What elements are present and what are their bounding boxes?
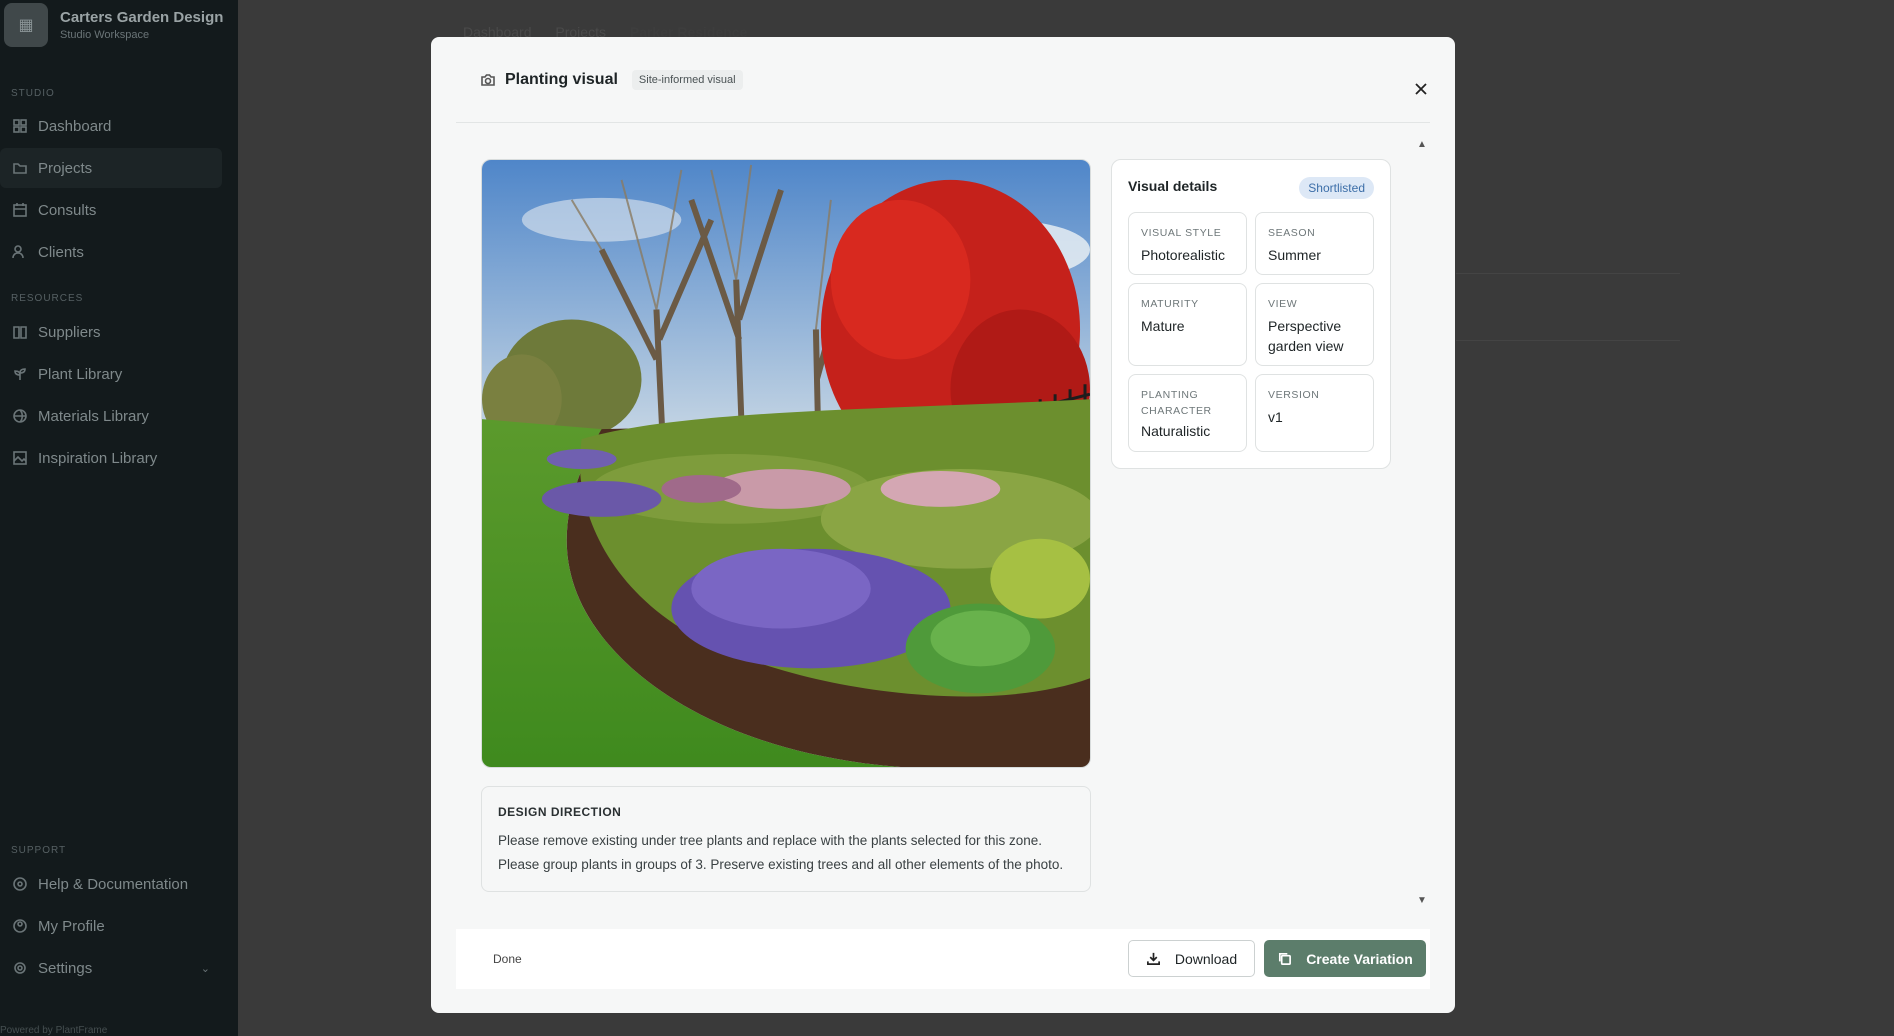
gear-icon [12, 960, 28, 976]
sidebar-item-my-profile[interactable]: My Profile [0, 906, 222, 946]
layers-icon [12, 408, 28, 424]
detail-visual-style: VISUAL STYLE Photorealistic [1128, 212, 1247, 275]
sidebar-item-help[interactable]: Help & Documentation [0, 864, 222, 904]
divider [1456, 273, 1680, 274]
modal-header: Planting visual Site-informed visual [456, 37, 1430, 123]
sidebar-item-label: My Profile [38, 917, 105, 935]
brand-subtitle: Studio Workspace [60, 29, 150, 41]
sidebar-item-label: Projects [38, 159, 93, 177]
done-button[interactable]: Done [493, 952, 522, 966]
folder-icon [12, 160, 28, 176]
download-button[interactable]: Download [1128, 940, 1255, 977]
sidebar-item-projects[interactable]: Projects [0, 148, 222, 188]
sidebar-item-label: Help & Documentation [38, 875, 189, 893]
sidebar-item-label: Clients [38, 243, 84, 261]
detail-label: MATURITY [1141, 298, 1199, 310]
sidebar-item-dashboard[interactable]: Dashboard [0, 106, 222, 146]
status-badge: Shortlisted [1299, 177, 1374, 199]
sidebar-item-settings[interactable]: Settings ⌄ [0, 948, 222, 988]
calendar-icon [12, 202, 28, 218]
detail-label: VISUAL STYLE [1141, 227, 1222, 239]
detail-value: Mature [1141, 318, 1185, 334]
sidebar-item-clients[interactable]: Clients [0, 232, 222, 272]
detail-version: VERSION v1 [1255, 374, 1374, 452]
detail-value: v1 [1268, 409, 1283, 425]
modal-footer: Done Download Create Variation [456, 929, 1430, 989]
sidebar-item-label: Inspiration Library [38, 449, 158, 467]
detail-value: Perspective garden view [1268, 318, 1344, 354]
detail-label: VERSION [1268, 389, 1320, 401]
copy-icon [1279, 952, 1292, 965]
design-direction-label: DESIGN DIRECTION [498, 805, 622, 819]
sidebar-item-materials-library[interactable]: Materials Library [0, 396, 222, 436]
detail-season: SEASON Summer [1255, 212, 1374, 275]
create-variation-button[interactable]: Create Variation [1264, 940, 1426, 977]
design-direction-text: Please remove existing under tree plants… [498, 833, 1064, 872]
sidebar-item-consults[interactable]: Consults [0, 190, 222, 230]
section-label-studio: STUDIO [11, 88, 55, 99]
close-button[interactable] [1411, 79, 1431, 99]
detail-view: VIEW Perspective garden view [1255, 283, 1374, 366]
detail-value: Naturalistic [1141, 423, 1211, 439]
design-direction-panel: DESIGN DIRECTION Please remove existing … [481, 786, 1091, 892]
planting-visual-image [481, 159, 1091, 768]
sprout-icon [12, 366, 28, 382]
detail-planting-character: PLANTING CHARACTER Naturalistic [1128, 374, 1247, 452]
detail-label: PLANTING CHARACTER [1141, 389, 1212, 417]
sidebar-item-plant-library[interactable]: Plant Library [0, 354, 222, 394]
sidebar-item-label: Settings [38, 959, 93, 977]
scroll-down-arrow[interactable]: ▼ [1416, 895, 1428, 907]
book-icon [12, 324, 28, 340]
users-icon [12, 244, 28, 260]
divider [1456, 340, 1680, 341]
sidebar-item-label: Dashboard [38, 117, 112, 135]
grid-icon [12, 118, 28, 134]
planting-visual-modal: Planting visual Site-informed visual ▲ ▼ [431, 37, 1455, 1013]
detail-label: VIEW [1268, 298, 1298, 310]
visual-details-title: Visual details [1128, 178, 1218, 194]
sidebar-item-suppliers[interactable]: Suppliers [0, 312, 222, 352]
brand-name: Carters Garden Design [60, 9, 224, 26]
download-icon [1146, 952, 1160, 965]
visual-type-badge: Site-informed visual [631, 69, 743, 90]
chevron-down-icon: ⌄ [200, 962, 210, 975]
brand[interactable]: ▦ Carters Garden Design Studio Workspace [0, 0, 238, 50]
sidebar-item-label: Plant Library [38, 365, 123, 383]
detail-value: Photorealistic [1141, 247, 1226, 263]
detail-maturity: MATURITY Mature [1128, 283, 1247, 366]
sidebar-item-label: Suppliers [38, 323, 101, 341]
user-icon [12, 918, 28, 934]
detail-label: SEASON [1268, 227, 1316, 239]
create-variation-label: Create Variation [1306, 950, 1413, 967]
powered-by: Powered by PlantFrame [0, 1025, 108, 1036]
close-icon [1415, 83, 1427, 95]
image-icon [12, 450, 28, 466]
download-label: Download [1174, 950, 1238, 967]
sidebar-item-inspiration-library[interactable]: Inspiration Library [0, 438, 222, 478]
camera-icon [480, 72, 496, 88]
section-label-support: SUPPORT [11, 845, 67, 856]
scroll-up-arrow[interactable]: ▲ [1416, 139, 1428, 151]
sidebar-item-label: Materials Library [38, 407, 149, 425]
help-icon [12, 876, 28, 892]
visual-details-panel: Visual details Shortlisted VISUAL STYLE … [1111, 159, 1391, 469]
modal-title: Planting visual [505, 70, 618, 88]
brand-logo: ▦ [4, 3, 48, 47]
detail-value: Summer [1268, 247, 1321, 263]
section-label-resources: RESOURCES [11, 293, 84, 304]
sidebar-item-label: Consults [38, 201, 97, 219]
sidebar: ▦ Carters Garden Design Studio Workspace… [0, 0, 238, 1036]
